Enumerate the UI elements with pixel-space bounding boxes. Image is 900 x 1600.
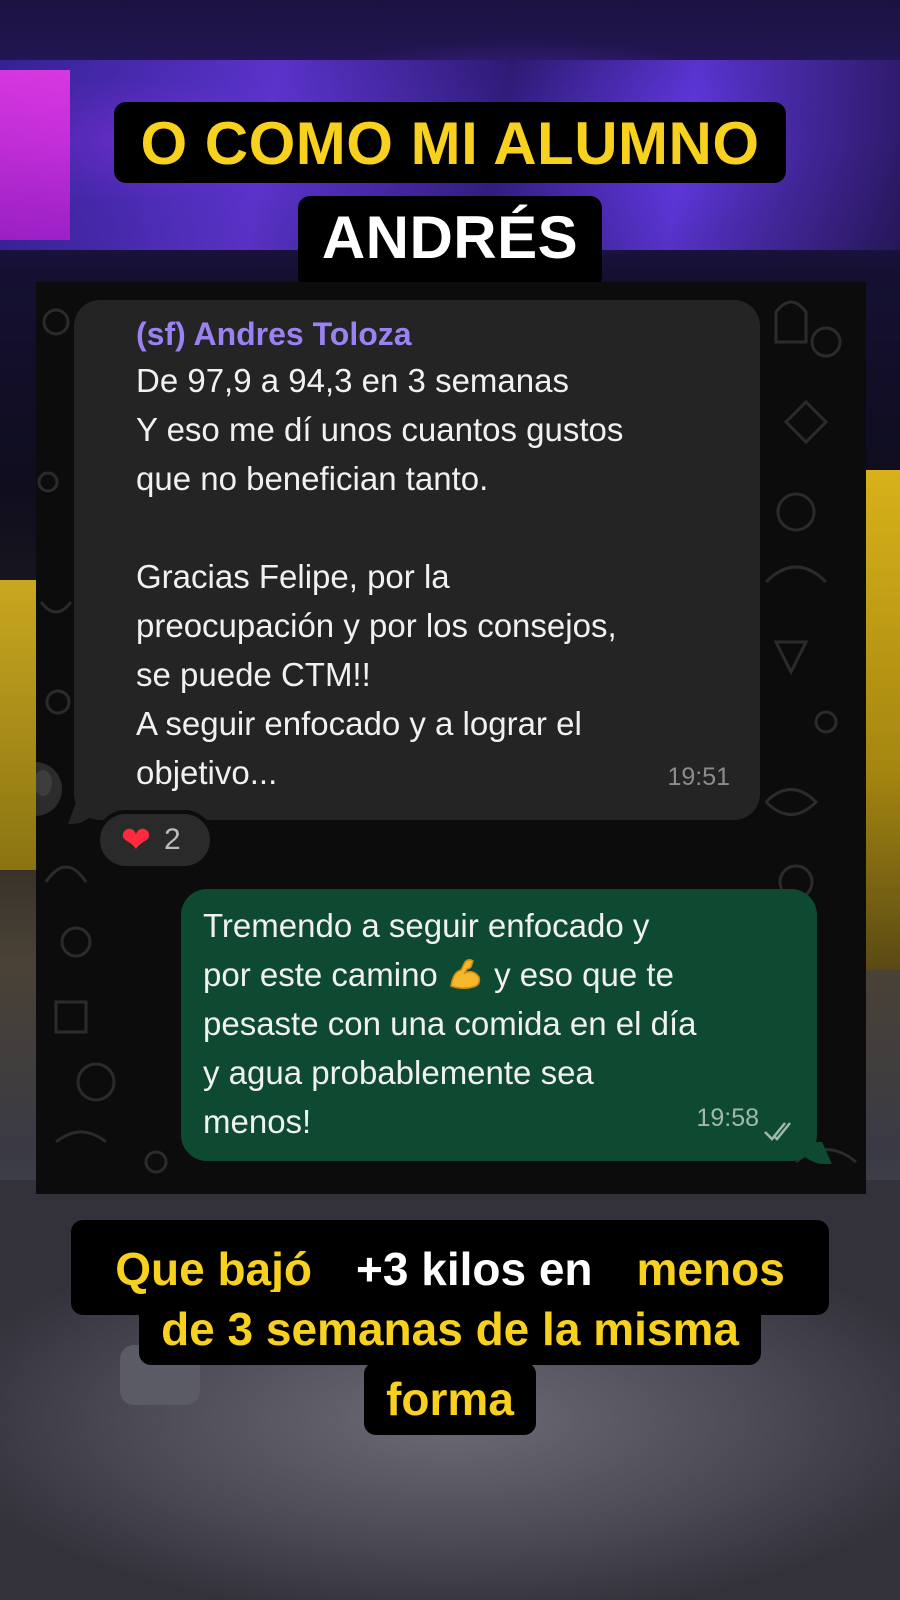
message-reaction[interactable]: ❤ 2 bbox=[96, 810, 214, 870]
message-line: objetivo... bbox=[136, 754, 278, 791]
caption-line-2: de 3 semanas de la misma bbox=[0, 1292, 900, 1365]
reaction-count: 2 bbox=[164, 823, 181, 856]
message-line: A seguir enfocado y a lograr el bbox=[136, 705, 582, 742]
message-line: que no benefician tanto. bbox=[136, 460, 489, 497]
message-line: se puede CTM!! bbox=[136, 656, 371, 693]
outgoing-message-time: 19:58 bbox=[696, 1104, 759, 1132]
chat-screenshot: (sf) Andres Toloza De 97,9 a 94,3 en 3 s… bbox=[36, 282, 866, 1194]
message-line: Tremendo a seguir enfocado y bbox=[203, 907, 650, 944]
double-check-icon bbox=[764, 1122, 791, 1141]
incoming-message-time: 19:51 bbox=[667, 763, 730, 791]
message-line: pesaste con una comida en el día bbox=[203, 1005, 697, 1042]
message-line: Gracias Felipe, por la bbox=[136, 558, 450, 595]
yellow-wall-right bbox=[860, 470, 900, 970]
headline-line-2: ANDRÉS bbox=[0, 196, 900, 289]
flexed-biceps-emoji-icon bbox=[450, 958, 481, 990]
message-segment: y eso que te bbox=[484, 956, 674, 993]
message-line: De 97,9 a 94,3 en 3 semanas bbox=[136, 362, 569, 399]
headline-text-2: ANDRÉS bbox=[297, 196, 603, 289]
outgoing-message-bubble[interactable]: Tremendo a seguir enfocado y por este ca… bbox=[181, 889, 832, 1164]
heart-emoji-icon: ❤ bbox=[120, 819, 152, 860]
yellow-wall-left bbox=[0, 580, 40, 870]
caption-box-2: de 3 semanas de la misma bbox=[139, 1292, 761, 1365]
message-line: por este camino y eso que te bbox=[203, 950, 795, 999]
caption-line-3: forma bbox=[0, 1362, 900, 1435]
incoming-message-bubble[interactable]: (sf) Andres Toloza De 97,9 a 94,3 en 3 s… bbox=[67, 300, 760, 824]
caption-box-3: forma bbox=[364, 1362, 536, 1435]
headline-text-1: O COMO MI ALUMNO bbox=[114, 102, 786, 183]
headline-line-1: O COMO MI ALUMNO bbox=[0, 102, 900, 183]
message-line: preocupación y por los consejos, bbox=[136, 607, 617, 644]
message-line: Y eso me dí unos cuantos gustos bbox=[136, 411, 624, 448]
message-segment: por este camino bbox=[203, 956, 447, 993]
message-line: y agua probablemente sea bbox=[203, 1054, 594, 1091]
sender-name[interactable]: (sf) Andres Toloza bbox=[136, 312, 738, 356]
